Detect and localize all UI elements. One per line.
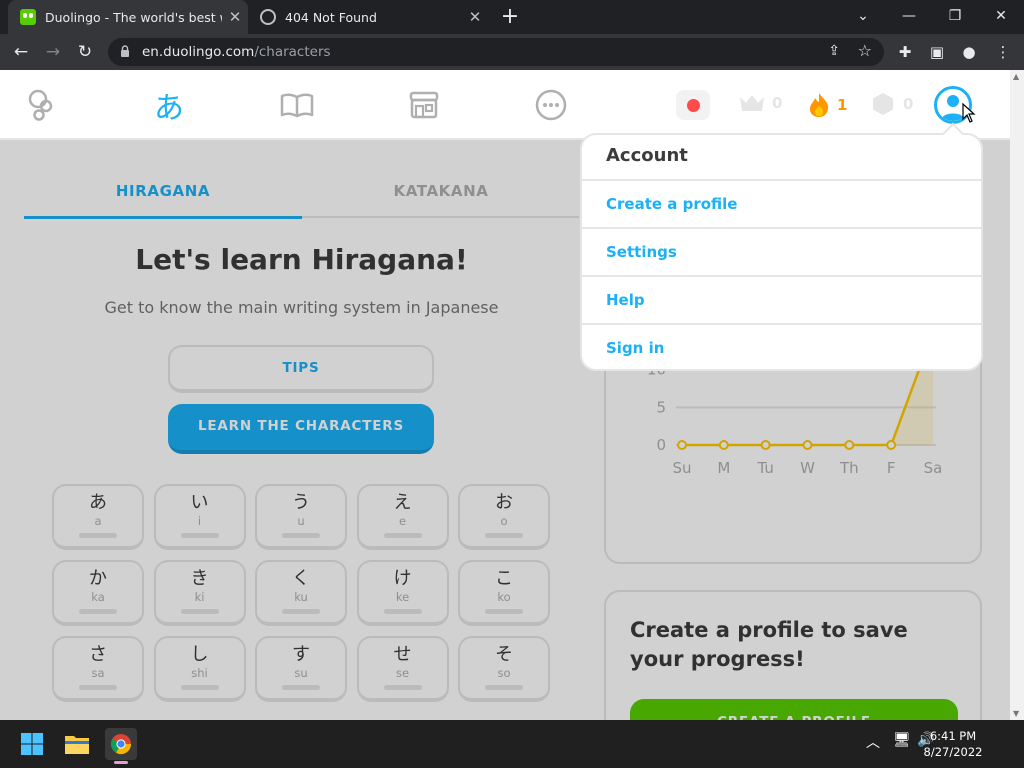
close-tab-icon[interactable]: ✕ [462, 8, 488, 26]
chrome-taskbar-icon[interactable] [105, 728, 137, 764]
duolingo-favicon-icon [20, 9, 36, 25]
crown-icon [740, 95, 764, 111]
menu-item-settings[interactable]: Settings [582, 229, 981, 277]
scroll-up-icon[interactable]: ▲ [1013, 72, 1019, 81]
characters-icon[interactable]: あ [151, 87, 187, 126]
clock-time: 6:41 PM [929, 729, 977, 743]
tab-title: 404 Not Found [285, 9, 377, 25]
language-flag-icon[interactable] [676, 90, 710, 120]
network-icon[interactable]: 🖥 [893, 732, 911, 748]
gems-stat[interactable]: 0 [872, 92, 913, 116]
bookmark-star-icon[interactable]: ☆ [858, 41, 872, 60]
gems-count: 0 [903, 95, 914, 113]
browser-tab-404[interactable]: 404 Not Found ✕ [248, 0, 488, 34]
tab-title: Duolingo - The world's best way to learn [45, 9, 222, 25]
address-bar[interactable]: en.duolingo.com/characters ⇪ ☆ [108, 38, 884, 66]
scroll-down-icon[interactable]: ▼ [1013, 709, 1019, 718]
mouse-cursor-icon [962, 103, 976, 123]
lock-icon [121, 45, 129, 57]
stories-icon[interactable] [279, 87, 315, 123]
gem-icon [873, 93, 893, 115]
clock-date: 8/27/2022 [923, 745, 983, 759]
top-navigation: あ 0 1 0 [0, 70, 1024, 140]
menu-item-create-profile[interactable]: Create a profile [582, 181, 981, 229]
file-explorer-icon[interactable] [61, 728, 93, 760]
minimize-button[interactable]: — [886, 0, 932, 34]
back-button[interactable]: ← [6, 34, 36, 70]
learn-icon[interactable] [24, 87, 60, 123]
browser-tabstrip: Duolingo - The world's best way to learn… [0, 0, 1024, 34]
more-icon[interactable] [533, 87, 569, 123]
menu-item-sign-in[interactable]: Sign in [582, 325, 981, 373]
page-scrollbar[interactable]: ▲ ▼ [1010, 70, 1024, 720]
globe-favicon-icon [260, 9, 276, 25]
forward-button[interactable]: → [38, 34, 68, 70]
extensions-icon[interactable]: ✚ [890, 34, 920, 70]
new-tab-button[interactable]: + [497, 4, 523, 30]
page: あ 0 1 0 HIRAGANA KATAKANA Let's learn Hi… [0, 70, 1024, 720]
restore-button[interactable]: ❐ [932, 0, 978, 34]
shop-icon[interactable] [406, 87, 442, 123]
url-text: en.duolingo.com/characters [142, 44, 331, 60]
crowns-stat[interactable]: 0 [738, 92, 782, 114]
crowns-count: 0 [772, 94, 783, 112]
menu-item-help[interactable]: Help [582, 277, 981, 325]
taskbar-clock[interactable]: 6:41 PM 8/27/2022 [918, 728, 988, 760]
browser-toolbar: ← → ↻ en.duolingo.com/characters ⇪ ☆ ✚ ▣… [0, 34, 1024, 70]
menu-kebab-icon[interactable]: ⋮ [988, 34, 1018, 70]
reload-button[interactable]: ↻ [70, 34, 100, 70]
share-icon[interactable]: ⇪ [828, 43, 840, 59]
tray-chevron-icon[interactable]: ︿ [866, 732, 880, 752]
side-panel-icon[interactable]: ▣ [922, 34, 952, 70]
streak-flame-icon [810, 93, 829, 117]
streak-stat[interactable]: 1 [807, 92, 847, 118]
tab-search-icon[interactable]: ⌄ [840, 0, 886, 34]
browser-tab-duolingo[interactable]: Duolingo - The world's best way to learn… [8, 0, 248, 34]
close-window-button[interactable]: ✕ [978, 0, 1024, 34]
close-tab-icon[interactable]: ✕ [222, 8, 248, 26]
account-dropdown: Account Create a profile Settings Help S… [580, 122, 983, 373]
windows-taskbar: ︿ 🖥 🔊 6:41 PM 8/27/2022 [0, 720, 1024, 768]
streak-count: 1 [837, 96, 848, 114]
account-header: Account [582, 135, 981, 181]
windows-start-icon[interactable] [16, 728, 48, 760]
profile-icon[interactable]: ● [954, 34, 984, 70]
